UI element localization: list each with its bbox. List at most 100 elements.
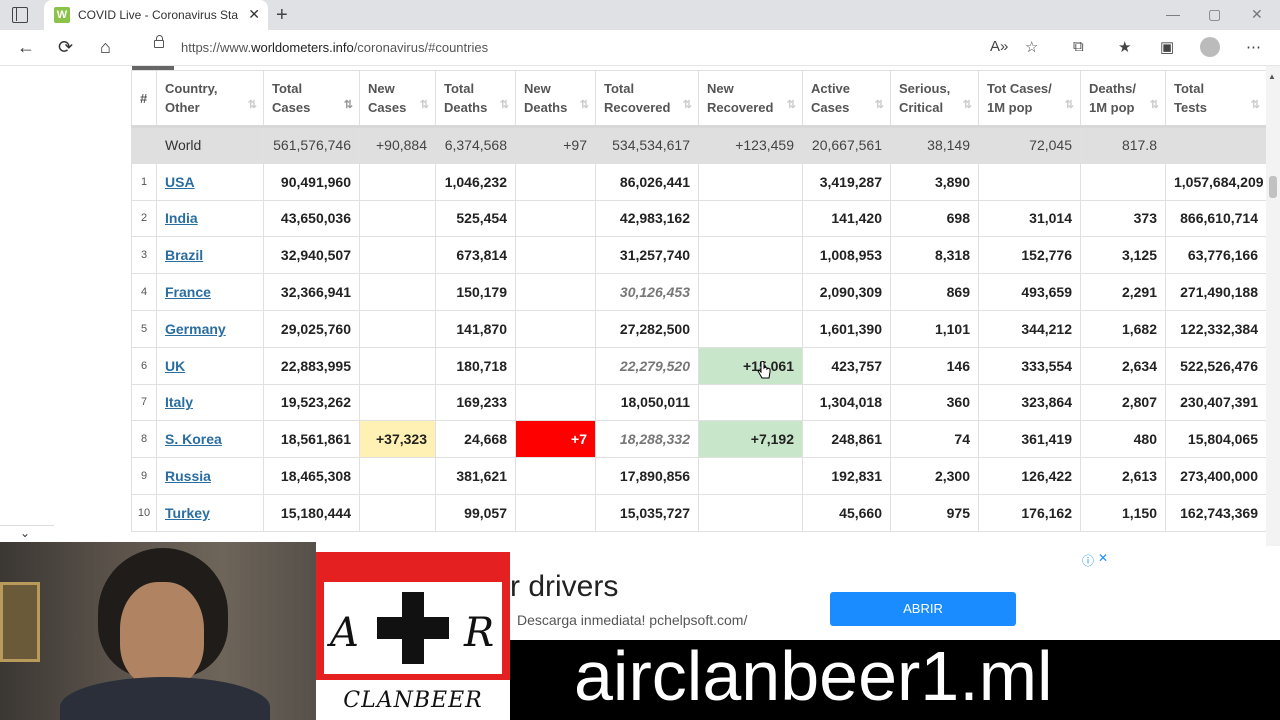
sort-icon[interactable]: ⇅ [1065,96,1074,115]
cell-col-10: 176,162 [978,493,1081,532]
cell-col-7 [698,273,803,311]
cell-col-0: 7 [131,383,157,422]
header-line1: Total [1174,81,1205,96]
favorites-icon[interactable]: ★ [1118,38,1131,56]
sort-icon[interactable]: ⇅ [787,96,796,115]
address-bar[interactable]: https://www.worldometers.info/coronaviru… [140,34,1058,62]
cell-col-10: 344,212 [978,309,1081,348]
column-header-12[interactable]: Total Tests ⇅ [1165,70,1267,128]
back-icon[interactable]: ← [17,37,35,58]
window-close-icon[interactable]: ✕ [1251,6,1263,23]
ad-title[interactable]: r drivers [510,570,618,604]
column-header-8[interactable]: Active Cases ⇅ [802,70,891,128]
sort-icon[interactable]: ⇅ [683,96,692,115]
scroll-up-icon[interactable]: ▲ [1268,72,1276,81]
ad-open-button[interactable]: ABRIR [830,592,1016,626]
collections-icon[interactable]: ▣ [1160,38,1174,56]
header-line2: 1M pop [1089,100,1135,115]
header-line1: # [140,90,148,106]
column-header-2[interactable]: Total Cases ⇅ [263,70,360,128]
add-favorite-icon[interactable]: ☆ [1025,38,1038,56]
ad-close-icon[interactable]: ✕ [1098,551,1108,565]
reload-icon[interactable]: ⟳ [58,37,73,58]
country-link[interactable]: India [165,210,198,226]
profile-avatar[interactable] [1200,37,1220,57]
country-link[interactable]: Turkey [165,505,210,521]
column-header-5[interactable]: New Deaths ⇅ [515,70,596,128]
cell-col-4: 150,179 [435,273,516,311]
column-header-6[interactable]: Total Recovered ⇅ [595,70,699,128]
column-header-10[interactable]: Tot Cases/1M pop ⇅ [978,70,1081,128]
scroll-thumb[interactable] [1269,176,1277,198]
column-header-0[interactable]: # [131,70,157,128]
country-link[interactable]: France [165,284,211,300]
extensions-icon[interactable]: ⧉ [1073,38,1084,55]
vertical-scrollbar[interactable]: ▲ [1266,66,1280,546]
banner-text: airclanbeer1.ml [574,637,1053,715]
cell-col-0 [131,126,157,164]
logo-letter-a: A [330,610,359,656]
country-link[interactable]: Germany [165,321,226,337]
cell-col-5 [515,162,596,201]
sort-icon[interactable]: ⇅ [580,96,589,115]
tab-close-icon[interactable]: ✕ [248,6,260,23]
ad-info-icon[interactable]: ⓘ [1082,552,1094,569]
column-header-11[interactable]: Deaths/1M pop ⇅ [1080,70,1166,128]
country-link[interactable]: Brazil [165,247,203,263]
column-header-7[interactable]: New Recovered ⇅ [698,70,803,128]
cell-col-11: 2,807 [1080,383,1166,422]
collapse-chevron-icon[interactable]: ⌄ [0,525,54,543]
column-header-1[interactable]: Country, Other ⇅ [156,70,264,128]
country-link[interactable]: Italy [165,394,193,410]
sort-icon[interactable]: ⇅ [963,96,972,115]
cell-col-9: 146 [890,346,979,385]
ad-subtitle[interactable]: Descarga inmediata! pchelpsoft.com/ [517,612,747,628]
lock-icon[interactable] [154,35,164,48]
iron-cross-bar [377,617,449,639]
cell-col-1: Turkey [156,493,264,532]
cell-col-2: 90,491,960 [263,162,360,201]
country-link[interactable]: S. Korea [165,431,222,447]
tab-actions-icon[interactable] [12,7,28,23]
column-header-9[interactable]: Serious, Critical ⇅ [890,70,979,128]
cell-col-6: 22,279,520 [595,346,699,385]
cell-col-2: 18,561,861 [263,420,360,459]
sort-icon[interactable]: ⇅ [420,96,429,115]
country-link[interactable]: Russia [165,468,211,484]
home-icon[interactable]: ⌂ [100,37,111,58]
ad-panel[interactable]: r drivers Descarga inmediata! pchelpsoft… [510,551,1110,640]
country-link[interactable]: UK [165,358,185,374]
cell-col-8: 2,090,309 [802,273,891,311]
sort-icon[interactable]: ⇅ [500,96,509,115]
countries-table: # Country, Other ⇅ Total Cases ⇅ New Cases ⇅ Total… [131,70,1267,532]
table-row: 3 Brazil 32,940,507 673,814 31,257,740 1,008,… [131,236,1267,275]
cell-col-10: 31,014 [978,199,1081,238]
header-line1: Tot Cases/ [987,81,1052,96]
minimize-icon[interactable]: — [1166,6,1180,22]
cell-col-11: 1,150 [1080,493,1166,532]
cell-col-6: 15,035,727 [595,493,699,532]
world-row: World 561,576,746 +90,884 6,374,568 +97 534,5… [131,126,1267,164]
sort-icon[interactable]: ⇅ [344,96,353,115]
cell-col-7 [698,236,803,275]
table-row: 9 Russia 18,465,308 381,621 17,890,856 192,83… [131,457,1267,495]
sort-icon[interactable]: ⇅ [248,96,257,115]
more-icon[interactable]: ⋯ [1246,38,1261,56]
browser-tab[interactable]: W COVID Live - Coronavirus Statisti ✕ [44,0,268,30]
sort-icon[interactable]: ⇅ [1150,96,1159,115]
column-header-4[interactable]: Total Deaths ⇅ [435,70,516,128]
sort-icon[interactable]: ⇅ [875,96,884,115]
sort-icon[interactable]: ⇅ [1251,96,1260,115]
read-aloud-icon[interactable]: A» [990,38,1008,55]
cell-col-3 [359,346,436,385]
cell-col-8: 45,660 [802,493,891,532]
cell-col-10: 333,554 [978,346,1081,385]
country-link[interactable]: USA [165,174,195,190]
maximize-icon[interactable]: ▢ [1208,6,1221,23]
cell-col-3 [359,199,436,238]
new-tab-icon[interactable]: + [276,4,288,27]
cell-col-4: 525,454 [435,199,516,238]
cell-col-0: 10 [131,493,157,532]
table-header-row: # Country, Other ⇅ Total Cases ⇅ New Cases ⇅ Total… [131,70,1267,128]
column-header-3[interactable]: New Cases ⇅ [359,70,436,128]
